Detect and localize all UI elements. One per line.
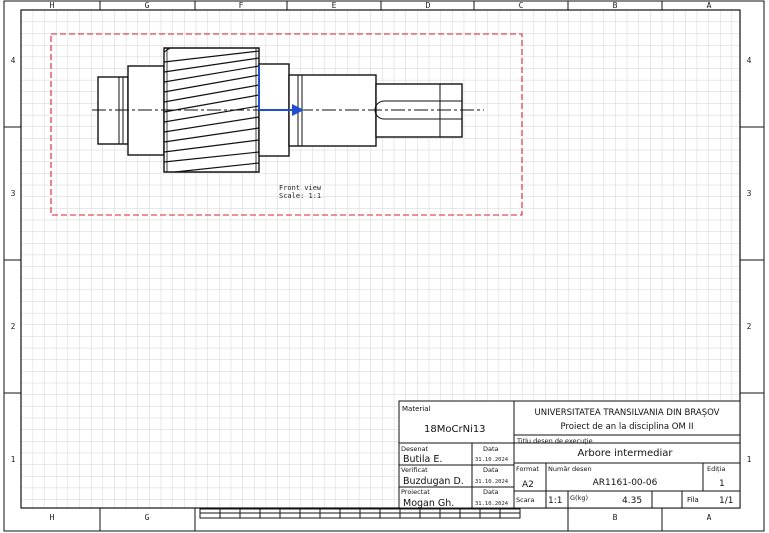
- mass-label: G(kg): [570, 494, 588, 502]
- designed-name: Mogan Gh.: [403, 498, 454, 509]
- zone-left-2: 2: [11, 322, 16, 331]
- zone-top-e: E: [332, 1, 337, 10]
- zone-top-f: F: [239, 1, 244, 10]
- zone-bottom-h: H: [50, 513, 55, 522]
- zone-bottom-b: B: [613, 513, 618, 522]
- zone-top-d: D: [426, 1, 431, 10]
- scale-label: Scara: [516, 496, 534, 504]
- date-value-2: 31.10.2024: [475, 479, 509, 485]
- zone-right-2: 2: [747, 322, 752, 331]
- university-name: UNIVERSITATEA TRANSILVANIA DIN BRAȘOV: [534, 408, 719, 418]
- zone-top-b: B: [613, 1, 618, 10]
- drawing-title: Arbore intermediar: [577, 448, 673, 459]
- view-label: Front view Scale: 1:1: [279, 184, 322, 200]
- edition-value: 1: [719, 479, 725, 489]
- zone-top-g: G: [145, 1, 150, 10]
- zone-left-4: 4: [11, 56, 16, 65]
- view-name: Front view: [279, 184, 322, 192]
- mass-value: 4.35: [622, 496, 642, 506]
- format-label: Format: [516, 465, 539, 473]
- drawing-title-label: Titlu desen de execuție: [516, 437, 593, 446]
- date-label-2: Data: [483, 466, 499, 474]
- format-value: A2: [522, 480, 534, 490]
- date-value-1: 31.10.2024: [475, 457, 509, 463]
- zone-left-1: 1: [11, 455, 16, 464]
- zone-top-c: C: [519, 1, 524, 10]
- edition-label: Ediția: [707, 465, 725, 474]
- sheet-value: 1/1: [719, 496, 733, 506]
- date-value-3: 31.10.2024: [475, 501, 509, 507]
- checked-label: Verificat: [401, 466, 428, 474]
- drawing-number: AR1161-00-06: [593, 478, 658, 488]
- zone-left-3: 3: [11, 189, 16, 198]
- scale-value: 1:1: [548, 496, 562, 506]
- material-value: 18MoCrNi13: [424, 424, 486, 435]
- project-name: Proiect de an la disciplina OM II: [560, 422, 693, 432]
- view-scale: Scale: 1:1: [279, 192, 321, 200]
- shaft-end-section: [375, 83, 463, 138]
- zone-top-h: H: [50, 1, 55, 10]
- material-label: Material: [402, 405, 430, 413]
- zone-bottom-a: A: [707, 513, 712, 522]
- date-label-3: Data: [483, 488, 499, 496]
- checked-name: Buzdugan D.: [403, 476, 464, 487]
- scale-ruler: [199, 508, 521, 519]
- drawn-label: Desenat: [401, 445, 428, 453]
- drawing-sheet: H G F E D C B A H G B A 4 3 2 1 4 3 2 1: [3, 0, 765, 532]
- zone-right-1: 1: [747, 455, 752, 464]
- sheet-label: Fila: [687, 496, 699, 504]
- zone-right-4: 4: [747, 56, 752, 65]
- designed-label: Proiectat: [401, 488, 430, 496]
- drawing-number-label: Număr desen: [548, 465, 592, 473]
- zone-top-a: A: [707, 1, 712, 10]
- zone-right-3: 3: [747, 189, 752, 198]
- drawn-name: Butila E.: [403, 454, 442, 465]
- shaft-left-shoulder: [127, 65, 165, 156]
- zone-bottom-g: G: [145, 513, 150, 522]
- date-label-1: Data: [483, 445, 499, 453]
